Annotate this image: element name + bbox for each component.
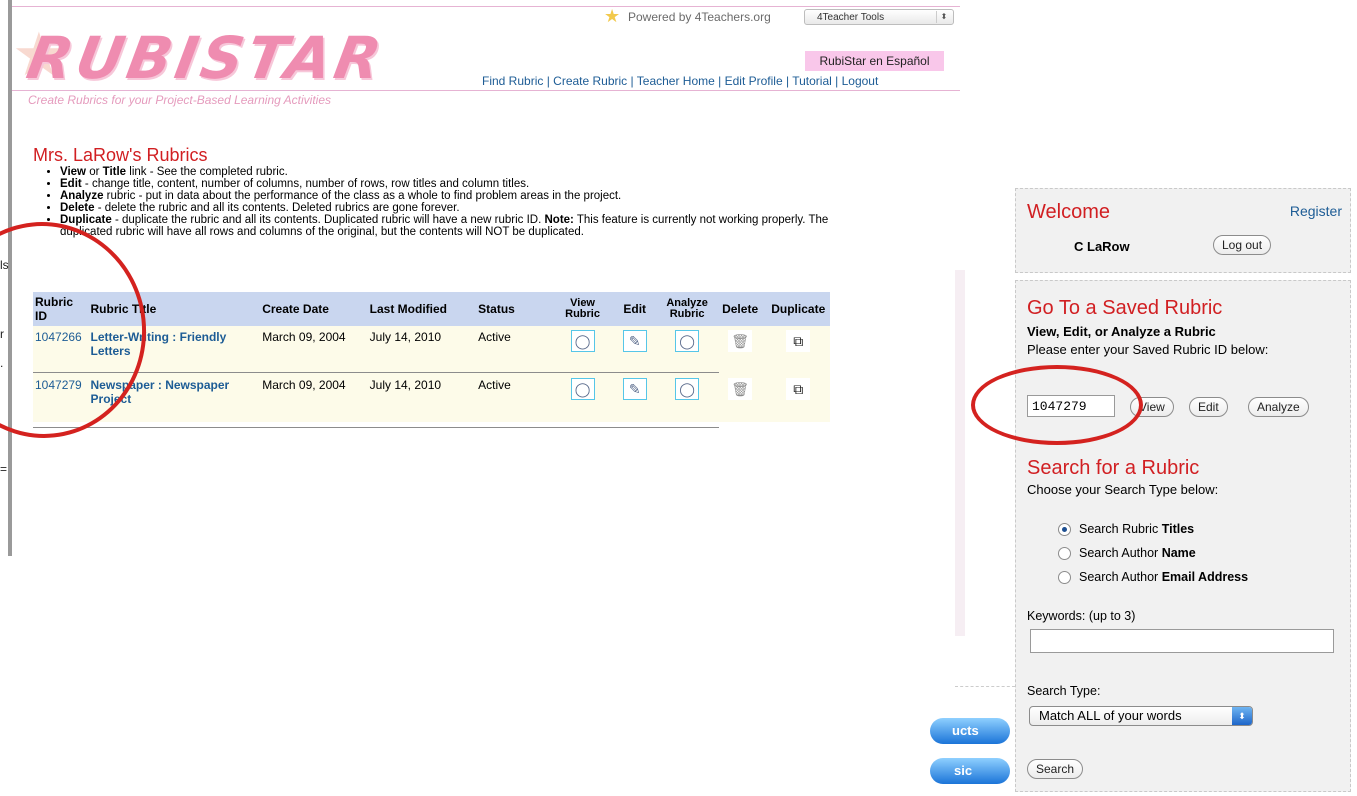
trash-icon[interactable]: 🗑 — [728, 330, 753, 352]
col-header-status: Status — [476, 292, 557, 326]
radio-search-author-email[interactable]: Search Author Email Address — [1058, 570, 1248, 585]
col-header-edit: Edit — [608, 292, 661, 326]
search-button[interactable]: Search — [1027, 759, 1084, 779]
header-bottom-rule — [12, 90, 960, 91]
duplicate-icon[interactable]: ⧉ — [786, 330, 811, 352]
help-list: View or Title link - See the completed r… — [42, 166, 860, 238]
row-divider — [33, 427, 719, 428]
star-icon: ★ — [604, 6, 621, 26]
user-name: C LaRow — [1074, 239, 1130, 254]
last-modified: July 14, 2010 — [367, 326, 477, 374]
magnifier-icon[interactable]: ◯ — [570, 330, 595, 352]
background-pill-button[interactable]: ucts — [930, 718, 1010, 744]
col-header-duplicate: Duplicate — [766, 292, 830, 326]
nav-logout[interactable]: Logout — [842, 74, 879, 88]
create-date: March 09, 2004 — [260, 374, 368, 422]
saved-rubric-subtitle: View, Edit, or Analyze a Rubric — [1027, 324, 1216, 339]
table-header-row: Rubric ID Rubric Title Create Date Last … — [33, 292, 830, 326]
updown-arrow-icon: ⬍ — [936, 11, 951, 23]
keywords-label: Keywords: (up to 3) — [1027, 609, 1136, 623]
col-header-analyze: Analyze Rubric — [660, 292, 714, 326]
teacher-tools-select[interactable]: 4Teacher Tools ⬍ — [804, 9, 954, 25]
col-header-delete: Delete — [713, 292, 767, 326]
espanol-link[interactable]: RubiStar en Español — [805, 51, 944, 71]
edit-button[interactable]: Edit — [1189, 397, 1228, 417]
annotation-circle — [971, 365, 1143, 445]
background-pill-button[interactable]: sic — [930, 758, 1010, 784]
table-row: 1047279 Newspaper : Newspaper Project Ma… — [33, 374, 830, 422]
table-row: 1047266 Letter-Writing : Friendly Letter… — [33, 326, 830, 374]
updown-arrow-icon: ⬍ — [1232, 707, 1252, 725]
list-item: Duplicate - duplicate the rubric and all… — [60, 214, 860, 238]
magnifier-icon[interactable]: ◯ — [675, 330, 700, 352]
col-header-created: Create Date — [260, 292, 368, 326]
search-type-label: Search Type: — [1027, 684, 1101, 698]
background-divider — [955, 686, 1015, 688]
welcome-box: Welcome Register C LaRow Log out — [1015, 188, 1351, 273]
logout-button[interactable]: Log out — [1213, 235, 1272, 255]
radio-search-titles[interactable]: Search Rubric Titles — [1058, 522, 1194, 537]
magnifier-icon[interactable]: ◯ — [675, 378, 700, 400]
list-item: View or Title link - See the completed r… — [60, 166, 860, 178]
header-top-rule — [12, 6, 960, 7]
page-title: Mrs. LaRow's Rubrics — [33, 145, 208, 165]
saved-rubric-prompt: Please enter your Saved Rubric ID below: — [1027, 342, 1269, 357]
nav-tutorial[interactable]: Tutorial — [792, 74, 832, 88]
analyze-button[interactable]: Analyze — [1248, 397, 1309, 417]
tagline: Create Rubrics for your Project-Based Le… — [28, 93, 332, 107]
duplicate-icon[interactable]: ⧉ — [786, 378, 811, 400]
background-strip — [955, 270, 965, 636]
pencil-icon[interactable]: ✎ — [622, 330, 647, 352]
radio-button[interactable] — [1058, 571, 1071, 585]
col-header-view: View Rubric — [556, 292, 609, 326]
status-text: Active — [476, 374, 557, 422]
radio-button[interactable] — [1058, 547, 1071, 561]
magnifier-icon[interactable]: ◯ — [570, 378, 595, 400]
rubric-tools-box: Go To a Saved Rubric View, Edit, or Anal… — [1015, 280, 1351, 792]
search-type-value: Match ALL of your words — [1039, 708, 1182, 723]
powered-by-text[interactable]: Powered by 4Teachers.org — [628, 10, 771, 24]
top-nav: Find Rubric | Create Rubric | Teacher Ho… — [482, 74, 879, 88]
list-item: Analyze rubric - put in data about the p… — [60, 190, 860, 202]
radio-button-selected[interactable] — [1058, 523, 1071, 537]
teacher-tools-select-value: 4Teacher Tools — [817, 12, 885, 23]
search-heading: Search for a Rubric — [1027, 457, 1200, 479]
search-type-select[interactable]: Match ALL of your words ⬍ — [1029, 706, 1253, 726]
register-link[interactable]: Register — [1290, 203, 1342, 219]
create-date: March 09, 2004 — [260, 326, 368, 374]
nav-find-rubric[interactable]: Find Rubric — [482, 74, 543, 88]
keywords-input[interactable] — [1030, 629, 1334, 653]
last-modified: July 14, 2010 — [367, 374, 477, 422]
pencil-icon[interactable]: ✎ — [622, 378, 647, 400]
nav-edit-profile[interactable]: Edit Profile — [725, 74, 783, 88]
radio-search-author-name[interactable]: Search Author Name — [1058, 546, 1196, 561]
list-item: Delete - delete the rubric and all its c… — [60, 202, 860, 214]
list-item: Edit - change title, content, number of … — [60, 178, 860, 190]
nav-create-rubric[interactable]: Create Rubric — [553, 74, 627, 88]
status-text: Active — [476, 326, 557, 374]
welcome-heading: Welcome — [1027, 201, 1110, 223]
col-header-modified: Last Modified — [367, 292, 477, 326]
trash-icon[interactable]: 🗑 — [728, 378, 753, 400]
search-prompt: Choose your Search Type below: — [1027, 482, 1219, 497]
edge-text: = — [0, 462, 8, 476]
rubrics-table: Rubric ID Rubric Title Create Date Last … — [33, 292, 830, 422]
saved-rubric-heading: Go To a Saved Rubric — [1027, 297, 1223, 319]
nav-teacher-home[interactable]: Teacher Home — [637, 74, 715, 88]
rubistar-logo[interactable]: RUBISTAR — [22, 24, 390, 92]
